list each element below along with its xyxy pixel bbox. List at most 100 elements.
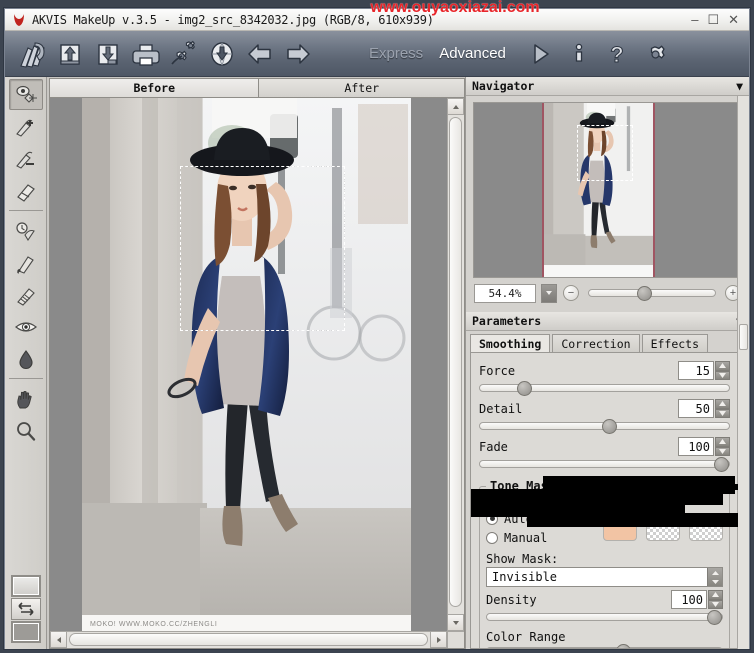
mode-advanced-button[interactable]: Advanced	[431, 45, 514, 62]
tool-history-brush[interactable]	[9, 215, 43, 246]
fade-spin-buttons[interactable]	[715, 437, 730, 456]
tone-mask-mode-manual[interactable]: Manual	[486, 528, 547, 547]
force-slider-knob[interactable]	[517, 381, 533, 396]
force-spin-buttons[interactable]	[715, 361, 730, 380]
zoom-value-field[interactable]: 54.4%	[474, 283, 536, 303]
detail-increment-button[interactable]	[715, 399, 730, 409]
preferences-gear-icon[interactable]	[636, 34, 674, 74]
show-mask-combobox[interactable]: Invisible	[486, 567, 723, 587]
info-icon[interactable]	[560, 34, 598, 74]
fade-increment-button[interactable]	[715, 437, 730, 447]
density-value[interactable]: 100	[671, 590, 707, 609]
scroll-down-button[interactable]	[447, 614, 464, 631]
help-icon[interactable]: ?	[598, 34, 636, 74]
fade-slider-knob[interactable]	[714, 457, 729, 472]
detail-spinner[interactable]: 50	[678, 399, 730, 418]
right-panel-scroll-thumb[interactable]	[739, 324, 748, 350]
parameters-header[interactable]: Parameters ▼	[466, 312, 749, 331]
fade-spinner[interactable]: 100	[678, 437, 730, 456]
tool-hand-icon[interactable]	[9, 383, 43, 414]
maximize-button[interactable]: ☐	[707, 13, 719, 26]
zoom-out-button[interactable]: −	[563, 285, 579, 301]
tab-after[interactable]: After	[258, 78, 465, 97]
redo-arrow-icon[interactable]	[279, 34, 317, 74]
color-range-slider-knob[interactable]	[616, 644, 632, 648]
tab-before[interactable]: Before	[49, 78, 260, 97]
navigator-viewport-rectangle[interactable]	[577, 125, 633, 181]
canvas-vertical-scrollbar[interactable]	[447, 98, 464, 631]
tool-blur-drop-icon[interactable]	[9, 343, 43, 374]
right-panel-scrollbar[interactable]	[737, 96, 749, 649]
canvas-horizontal-scrollbar[interactable]	[50, 631, 447, 648]
tab-smoothing[interactable]: Smoothing	[470, 334, 551, 352]
density-increment-button[interactable]	[708, 590, 723, 600]
image-canvas[interactable]: MOKO! WWW.MOKO.CC/ZHENGLI	[49, 97, 465, 649]
scroll-left-button[interactable]	[50, 631, 67, 648]
navigator-collapse-caret-icon[interactable]: ▼	[736, 79, 743, 93]
fade-slider[interactable]	[479, 457, 730, 472]
force-label: Force	[479, 363, 516, 378]
main-toolbar: Express Advanced ?	[5, 31, 749, 77]
background-color-swatch[interactable]	[11, 621, 41, 643]
tool-zoom-icon[interactable]	[9, 415, 43, 446]
selection-rectangle[interactable]	[180, 166, 345, 331]
foreground-color-swatch[interactable]	[11, 575, 41, 597]
undo-arrow-icon[interactable]	[241, 34, 279, 74]
tool-smoothing-brush[interactable]	[9, 247, 43, 278]
density-slider-knob[interactable]	[707, 610, 722, 625]
density-spinner[interactable]: 100	[671, 590, 723, 609]
force-value[interactable]: 15	[678, 361, 714, 380]
run-batch-icon[interactable]	[203, 34, 241, 74]
window-controls: – ☐ ✕	[691, 13, 745, 26]
save-image-icon[interactable]	[89, 34, 127, 74]
tab-effects[interactable]: Effects	[641, 334, 709, 352]
zoom-slider-knob[interactable]	[636, 286, 652, 301]
parameters-title: Parameters	[472, 314, 542, 328]
detail-spin-buttons[interactable]	[715, 399, 730, 418]
color-range-slider[interactable]	[486, 644, 723, 648]
force-spinner[interactable]: 15	[678, 361, 730, 380]
density-decrement-button[interactable]	[708, 599, 723, 609]
fade-value[interactable]: 100	[678, 437, 714, 456]
density-slider[interactable]	[486, 610, 723, 625]
swap-colors-icon[interactable]	[11, 598, 41, 620]
radio-manual-icon[interactable]	[486, 531, 498, 544]
canvas-horizontal-scroll-thumb[interactable]	[69, 633, 428, 646]
print-image-icon[interactable]	[127, 34, 165, 74]
minimize-button[interactable]: –	[691, 13, 698, 26]
run-button[interactable]	[522, 34, 560, 74]
detail-slider[interactable]	[479, 419, 730, 434]
tool-exclude-area-brush[interactable]	[9, 143, 43, 174]
presets-settings-icon[interactable]	[165, 34, 203, 74]
tool-eraser[interactable]	[9, 175, 43, 206]
detail-value[interactable]: 50	[678, 399, 714, 418]
force-increment-button[interactable]	[715, 361, 730, 371]
mode-express-button[interactable]: Express	[361, 45, 431, 62]
open-image-icon[interactable]	[51, 34, 89, 74]
tool-keep-area-brush[interactable]	[9, 111, 43, 142]
density-spin-buttons[interactable]	[708, 590, 723, 609]
image-stage[interactable]: MOKO! WWW.MOKO.CC/ZHENGLI	[50, 98, 447, 631]
close-button[interactable]: ✕	[728, 13, 739, 26]
navigator-header[interactable]: Navigator ▼	[466, 77, 749, 96]
zoom-slider[interactable]	[588, 286, 716, 301]
detail-slider-knob[interactable]	[602, 419, 617, 434]
tool-comb-brush[interactable]	[9, 279, 43, 310]
fade-slider-row	[479, 457, 730, 472]
fade-decrement-button[interactable]	[715, 446, 730, 456]
color-range-label: Color Range	[486, 630, 566, 644]
tool-transform-selection[interactable]	[8, 79, 43, 110]
detail-decrement-button[interactable]	[715, 408, 730, 418]
tool-red-eye-icon[interactable]	[9, 311, 43, 342]
canvas-vertical-scroll-thumb[interactable]	[449, 117, 462, 607]
tab-correction[interactable]: Correction	[552, 334, 640, 352]
force-decrement-button[interactable]	[715, 370, 730, 380]
scroll-up-button[interactable]	[447, 98, 464, 115]
scroll-right-button[interactable]	[430, 631, 447, 648]
zoom-dropdown-button[interactable]	[541, 283, 557, 303]
force-slider[interactable]	[479, 381, 730, 396]
show-mask-spin-arrows[interactable]	[707, 568, 722, 586]
tools-divider-2	[8, 378, 43, 379]
makeup-brushes-icon[interactable]	[13, 34, 51, 74]
navigator-preview[interactable]	[473, 102, 742, 278]
